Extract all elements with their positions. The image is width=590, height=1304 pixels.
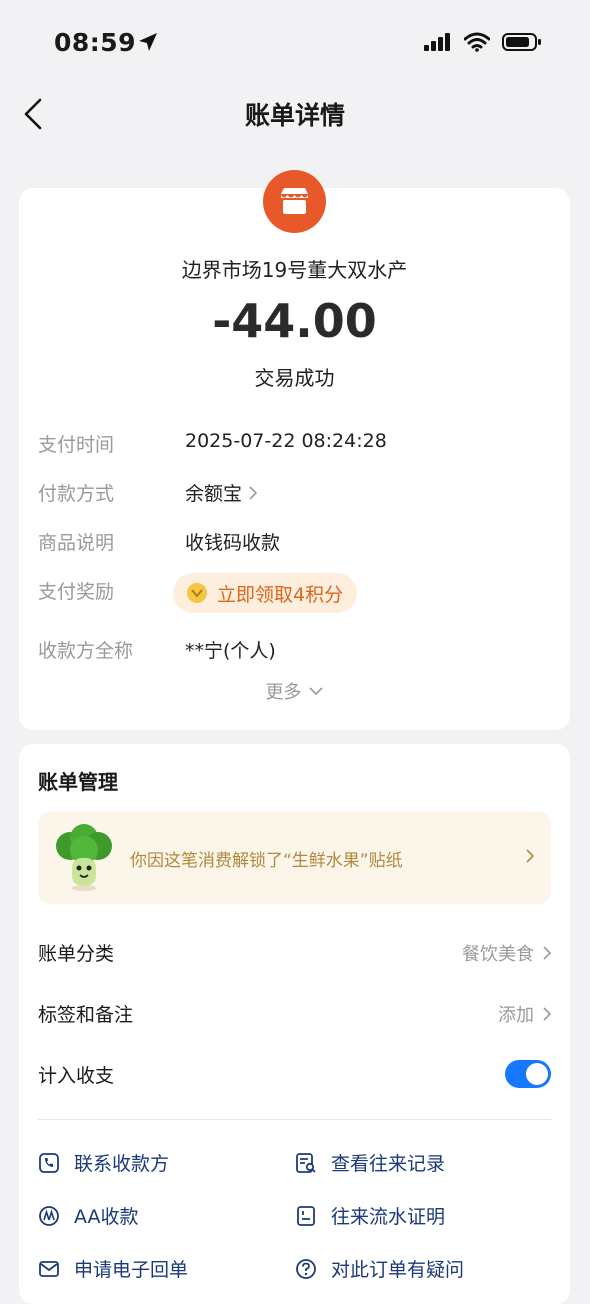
include-label: 计入收支 bbox=[38, 1065, 115, 1087]
sticker-text: 你因这笔消费解锁了“生鲜水果”贴纸 bbox=[130, 851, 403, 871]
page-title: 账单详情 bbox=[244, 101, 345, 130]
aa-icon bbox=[39, 1205, 59, 1226]
pay-method-label: 付款方式 bbox=[38, 483, 115, 505]
question-icon bbox=[296, 1258, 316, 1279]
product-desc-label: 商品说明 bbox=[38, 532, 115, 554]
payee-name-value: **宁(个人) bbox=[185, 640, 276, 662]
payee-name-label: 收款方全称 bbox=[38, 640, 134, 662]
store-icon bbox=[281, 188, 308, 214]
category-label: 账单分类 bbox=[38, 943, 115, 965]
sticker-banner[interactable]: 你因这笔消费解锁了“生鲜水果”贴纸 bbox=[38, 812, 551, 904]
transaction-amount: -44.00 bbox=[212, 294, 377, 348]
pay-time-value: 2025-07-22 08:24:28 bbox=[185, 430, 387, 452]
broccoli-sticker-icon bbox=[56, 824, 112, 891]
wifi-icon bbox=[464, 32, 490, 52]
battery-icon bbox=[502, 33, 541, 51]
document-icon bbox=[297, 1205, 315, 1226]
contact-payee-button[interactable]: 联系收款方 bbox=[38, 1149, 169, 1176]
category-value: 餐饮美食 bbox=[462, 944, 534, 965]
view-records-label: 查看往来记录 bbox=[331, 1153, 446, 1175]
coin-icon bbox=[187, 583, 207, 603]
divider bbox=[38, 1119, 551, 1120]
flow-proof-label: 往来流水证明 bbox=[331, 1206, 446, 1228]
transaction-status: 交易成功 bbox=[254, 366, 335, 390]
bill-summary-card: 边界市场19号董大双水产 -44.00 交易成功 支付时间 2025-07-22… bbox=[19, 170, 570, 730]
tags-label: 标签和备注 bbox=[38, 1004, 134, 1026]
phone-icon bbox=[39, 1152, 59, 1173]
chevron-right-icon bbox=[526, 849, 535, 863]
more-label: 更多 bbox=[265, 682, 302, 703]
chevron-right-icon bbox=[249, 485, 258, 500]
view-records-button[interactable]: 查看往来记录 bbox=[295, 1149, 445, 1176]
pay-time-label: 支付时间 bbox=[38, 434, 115, 456]
include-toggle[interactable] bbox=[505, 1060, 551, 1088]
pay-method-value: 余额宝 bbox=[185, 483, 243, 505]
flow-proof-button[interactable]: 往来流水证明 bbox=[295, 1202, 445, 1229]
section-title: 账单管理 bbox=[38, 770, 118, 794]
tags-value: 添加 bbox=[498, 1005, 534, 1026]
claim-points-button[interactable]: 立即领取4积分 bbox=[173, 573, 358, 613]
status-time: 08:59 bbox=[54, 28, 137, 57]
merchant-name: 边界市场19号董大双水产 bbox=[181, 258, 408, 282]
aa-collect-button[interactable]: AA收款 bbox=[38, 1202, 139, 1229]
contact-payee-label: 联系收款方 bbox=[74, 1153, 170, 1175]
mail-icon bbox=[39, 1260, 59, 1277]
location-arrow-icon bbox=[139, 33, 157, 51]
more-button[interactable]: 更多 bbox=[19, 678, 570, 704]
signal-icon bbox=[424, 33, 450, 51]
toggle-knob bbox=[526, 1063, 548, 1085]
category-selector[interactable]: 餐饮美食 bbox=[462, 940, 552, 966]
claim-points-label: 立即领取4积分 bbox=[217, 583, 344, 606]
tags-add-button[interactable]: 添加 bbox=[498, 1001, 552, 1027]
product-desc-value: 收钱码收款 bbox=[185, 532, 281, 554]
chevron-right-icon bbox=[543, 1007, 552, 1021]
chevron-right-icon bbox=[543, 946, 552, 960]
record-search-icon bbox=[296, 1152, 316, 1173]
reward-label: 支付奖励 bbox=[38, 581, 115, 603]
chevron-down-icon bbox=[308, 687, 323, 696]
merchant-logo bbox=[263, 170, 326, 233]
pay-method-link[interactable]: 余额宝 bbox=[185, 479, 258, 506]
status-icons bbox=[424, 32, 542, 52]
aa-collect-label: AA收款 bbox=[74, 1206, 139, 1228]
bill-management-card: 账单管理 你因这笔消费解锁了“生鲜水果”贴纸 账单分类 餐饮美食 标签和备注 添… bbox=[19, 744, 570, 1304]
